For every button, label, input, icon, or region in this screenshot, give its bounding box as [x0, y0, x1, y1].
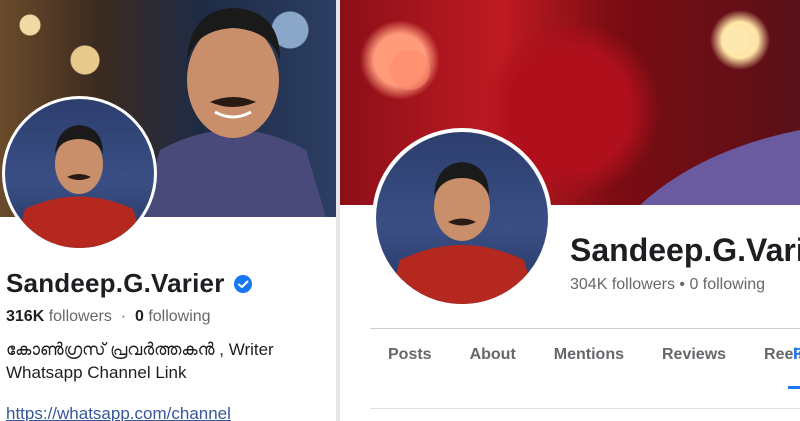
verified-badge-icon	[233, 274, 252, 293]
profile-tabs: Posts About Mentions Reviews Reels	[388, 346, 800, 364]
following-count[interactable]: 0	[135, 308, 144, 325]
active-tab-indicator	[788, 386, 800, 389]
profile-name-row: Sandeep.G.Varier	[6, 268, 253, 299]
bio-line-2: Whatsapp Channel Link	[6, 363, 187, 382]
profile-divider	[370, 328, 800, 329]
profile-name: Sandeep.G.Varier	[6, 268, 225, 298]
profile-avatar[interactable]	[2, 96, 157, 251]
desktop-follow-stats[interactable]: 304K followers • 0 following	[570, 276, 765, 294]
tab-more-truncated[interactable]: R	[793, 346, 800, 364]
follow-stats: 316K followers · 0 following	[6, 308, 211, 326]
cover-person-image	[140, 8, 326, 217]
stats-separator: ·	[120, 308, 127, 325]
whatsapp-channel-link[interactable]: https://whatsapp.com/channel	[6, 404, 231, 421]
desktop-profile-avatar[interactable]	[372, 128, 552, 308]
followers-label[interactable]: followers	[49, 308, 112, 325]
desktop-avatar-person-image	[388, 162, 536, 304]
bio-line-1: കോൺഗ്രസ് പ്രവർത്തകൻ , Writer	[6, 340, 274, 359]
profile-bio: കോൺഗ്രസ് പ്രവർത്തകൻ , Writer Whatsapp Ch…	[6, 338, 336, 384]
tab-mentions[interactable]: Mentions	[554, 346, 624, 364]
content-card	[370, 408, 800, 421]
followers-count[interactable]: 316K	[6, 308, 44, 325]
desktop-profile-panel: Sandeep.G.Vari 304K followers • 0 follow…	[340, 0, 800, 421]
tab-reviews[interactable]: Reviews	[662, 346, 726, 364]
mobile-profile-panel: Sandeep.G.Varier 316K followers · 0 foll…	[0, 0, 336, 421]
desktop-profile-name: Sandeep.G.Vari	[570, 232, 800, 268]
following-label[interactable]: following	[148, 308, 210, 325]
avatar-person-image	[15, 125, 145, 248]
tab-about[interactable]: About	[470, 346, 516, 364]
tab-posts[interactable]: Posts	[388, 346, 432, 364]
